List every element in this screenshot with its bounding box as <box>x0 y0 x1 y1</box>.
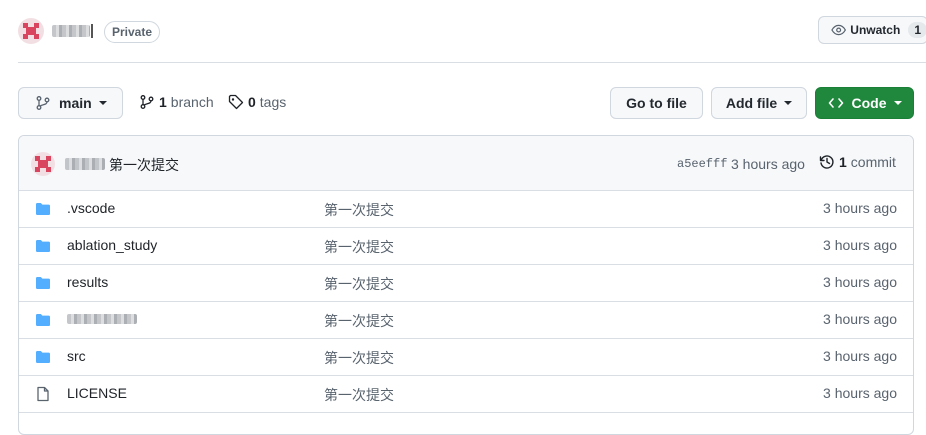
header-divider <box>18 62 926 63</box>
redacted-file-name-link[interactable] <box>67 311 137 327</box>
file-name-link[interactable]: ablation_study <box>67 237 157 253</box>
folder-icon <box>36 240 50 252</box>
text-cursor <box>91 24 93 38</box>
file-row[interactable]: ablation_study 第一次提交 3 hours ago <box>19 227 913 265</box>
add-file-button[interactable]: Add file <box>711 87 807 119</box>
tag-icon <box>228 94 244 110</box>
go-to-file-button[interactable]: Go to file <box>610 87 703 119</box>
file-commit-time: 3 hours ago <box>823 348 897 364</box>
commit-time: 3 hours ago <box>731 156 805 172</box>
file-name-link[interactable]: src <box>67 348 86 364</box>
tag-count: 0 <box>248 94 256 110</box>
file-commit-time: 3 hours ago <box>823 311 897 327</box>
code-icon <box>828 98 843 108</box>
file-row[interactable]: results 第一次提交 3 hours ago <box>19 264 913 302</box>
file-commit-message[interactable]: 第一次提交 <box>324 311 394 331</box>
repo-name[interactable] <box>52 22 93 40</box>
eye-icon <box>831 24 847 36</box>
commit-label: commit <box>850 154 896 170</box>
chevron-down-icon <box>784 101 793 105</box>
unwatch-button[interactable]: Unwatch 1 <box>818 16 926 44</box>
folder-icon <box>36 351 50 363</box>
branch-name: main <box>59 95 92 111</box>
file-commit-message[interactable]: 第一次提交 <box>324 200 394 220</box>
code-button[interactable]: Code <box>815 87 914 119</box>
commit-count: 1 <box>839 154 847 170</box>
folder-icon <box>36 277 50 289</box>
folder-icon <box>36 203 50 215</box>
file-row[interactable]: 第一次提交 3 hours ago <box>19 301 913 339</box>
chevron-down-icon <box>98 101 107 105</box>
file-commit-message[interactable]: 第一次提交 <box>324 348 394 368</box>
unwatch-label: Unwatch <box>850 23 901 37</box>
visibility-badge: Private <box>104 21 161 43</box>
repo-header: Private Unwatch 1 <box>0 0 926 62</box>
file-commit-message[interactable]: 第一次提交 <box>324 237 394 257</box>
branches-link[interactable]: 1 branch <box>139 94 214 110</box>
file-row[interactable]: LICENSE 第一次提交 3 hours ago <box>19 375 913 413</box>
file-name-link[interactable]: LICENSE <box>67 385 127 401</box>
tag-label: tags <box>259 94 287 110</box>
avatar[interactable] <box>18 18 44 44</box>
file-commit-message[interactable]: 第一次提交 <box>324 385 394 405</box>
branch-count: 1 <box>159 94 167 110</box>
latest-commit-bar: 第一次提交 a5eefff 3 hours ago 1 commit <box>19 136 913 191</box>
file-commit-time: 3 hours ago <box>823 200 897 216</box>
file-commit-time: 3 hours ago <box>823 274 897 290</box>
file-name-link[interactable]: .vscode <box>67 200 115 216</box>
commit-sha[interactable]: a5eefff <box>677 157 727 171</box>
file-commit-message[interactable]: 第一次提交 <box>324 274 394 294</box>
redacted-repo-name <box>52 25 90 37</box>
file-row[interactable]: src 第一次提交 3 hours ago <box>19 338 913 376</box>
folder-icon <box>36 314 50 326</box>
git-branch-icon <box>140 95 154 109</box>
tags-link[interactable]: 0 tags <box>228 94 286 110</box>
author-avatar[interactable] <box>31 152 55 176</box>
git-branch-icon <box>36 96 50 110</box>
watch-counter: 1 <box>908 22 926 38</box>
file-commit-time: 3 hours ago <box>823 385 897 401</box>
file-name-link[interactable]: results <box>67 274 108 290</box>
file-row[interactable]: .vscode 第一次提交 3 hours ago <box>19 190 913 228</box>
redacted-author-name[interactable] <box>65 158 105 170</box>
branch-select-button[interactable]: main <box>18 87 123 119</box>
add-file-label: Add file <box>725 95 778 111</box>
code-label: Code <box>851 95 887 111</box>
file-commit-time: 3 hours ago <box>823 237 897 253</box>
history-icon <box>819 155 834 169</box>
commit-history-link[interactable]: 1 commit <box>819 154 896 170</box>
file-icon <box>37 386 49 402</box>
latest-commit-message[interactable]: 第一次提交 <box>109 155 179 175</box>
branch-label: branch <box>170 94 214 110</box>
file-table: 第一次提交 a5eefff 3 hours ago 1 commit .vsco… <box>18 135 914 435</box>
chevron-down-icon <box>893 101 902 105</box>
